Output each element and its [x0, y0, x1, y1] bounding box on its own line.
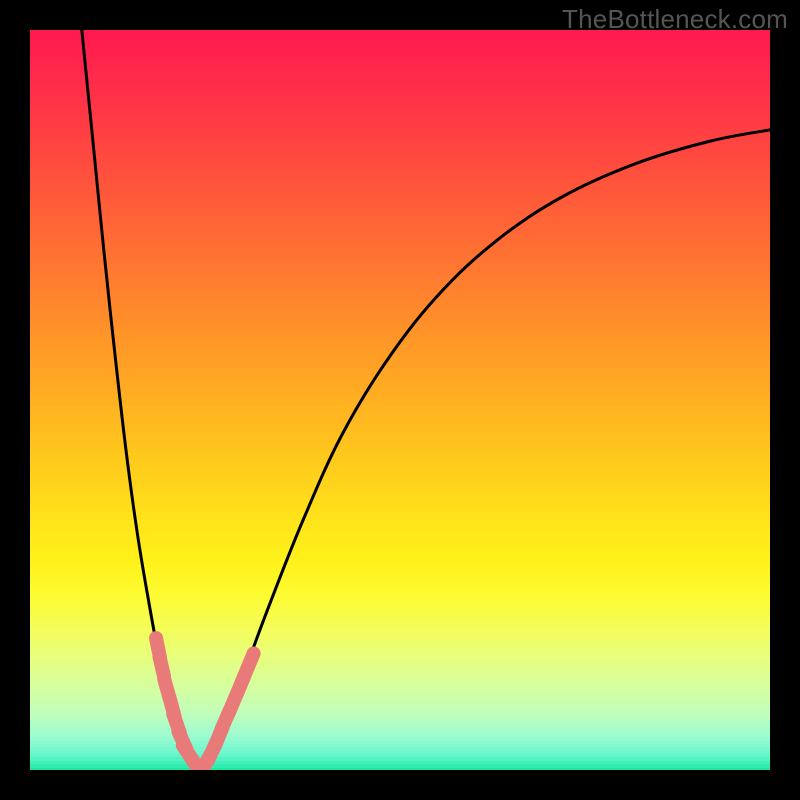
left-curve [82, 30, 200, 770]
right-curve [200, 130, 770, 770]
watermark-text: TheBottleneck.com [562, 4, 788, 35]
plot-area [30, 30, 770, 770]
chart-frame: TheBottleneck.com [0, 0, 800, 800]
curves-layer [30, 30, 770, 770]
right-dots-marker [246, 653, 254, 671]
